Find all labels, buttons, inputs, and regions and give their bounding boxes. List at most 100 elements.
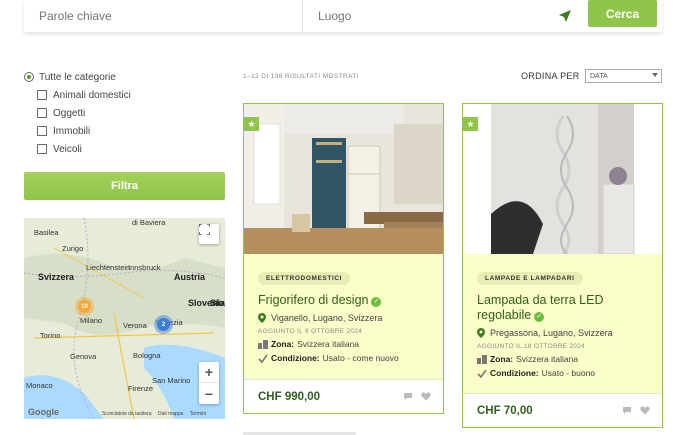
listing-card[interactable]: ★ ELETTRODOMESTICI Frigorifero di design…: [243, 103, 444, 414]
map-label: Svizzera: [38, 272, 75, 282]
check-icon: [477, 369, 487, 378]
category-animali[interactable]: Animali domestici: [24, 86, 131, 104]
listing-footer: CHF 990,00: [244, 379, 443, 413]
checkbox[interactable]: [37, 144, 47, 154]
zona-value: Svizzera italiana: [297, 339, 360, 349]
map-cluster-marker[interactable]: 2: [157, 318, 170, 331]
filter-button[interactable]: Filtra: [24, 172, 225, 200]
chevron-down-icon: [652, 73, 658, 77]
category-label: Immobili: [53, 125, 91, 137]
map-label: San Marino: [152, 376, 191, 385]
lamp-photo: [463, 104, 662, 254]
fullscreen-icon: [199, 224, 210, 235]
checkbox[interactable]: [37, 126, 47, 136]
listing-price: CHF 70,00: [477, 404, 533, 417]
location-pin-icon: [477, 328, 485, 338]
heart-icon[interactable]: [421, 392, 431, 401]
fullscreen-button[interactable]: [199, 224, 219, 244]
category-label: Oggetti: [53, 107, 86, 119]
location-field-wrapper: [303, 0, 582, 32]
chat-bubble-icon[interactable]: [403, 392, 413, 401]
listing-title[interactable]: Frigorifero di design ✓: [258, 293, 429, 308]
listing-condizione: Condizione: Usato - buono: [477, 368, 648, 378]
location-pin-icon: [258, 313, 266, 323]
heart-icon[interactable]: [640, 406, 650, 415]
listing-actions: [403, 392, 431, 401]
listing-condizione: Condizione: Usato - come nuovo: [258, 353, 429, 363]
listing-location: Pregassona, Lugano, Svizzera: [477, 328, 648, 338]
map-label: Torino: [40, 331, 61, 340]
sort-select[interactable]: DATA: [585, 69, 662, 83]
keywords-input[interactable]: [39, 9, 302, 23]
map-label: Austria: [174, 272, 206, 282]
listing-actions: [622, 406, 650, 415]
category-tag[interactable]: ELETTRODOMESTICI: [258, 272, 351, 285]
map-label: Monaco: [26, 381, 53, 390]
map-label: Basilea: [34, 228, 59, 237]
search-bar: Cerca: [24, 0, 662, 32]
zoom-in-button[interactable]: +: [199, 362, 219, 383]
map[interactable]: di Baviera Basilea Zurigo Innsbruck Liec…: [24, 218, 225, 419]
listing-date: AGGIUNTO IL 18 OTTOBRE 2024: [477, 343, 586, 350]
map-data-link[interactable]: Dati mappa: [158, 411, 184, 417]
map-label: Slo: [210, 298, 225, 308]
category-label: Veicoli: [53, 143, 82, 155]
map-label: Liechtenstein: [86, 263, 131, 272]
zona-label: Zona:: [490, 354, 514, 364]
location-input[interactable]: [318, 9, 582, 23]
verified-check-icon: ✓: [371, 297, 382, 307]
sort-select-value: DATA: [590, 72, 608, 80]
kitchen-photo: [244, 104, 443, 254]
listing-date: AGGIUNTO IL 8 OTTOBRE 2024: [258, 328, 363, 335]
featured-star-icon: ★: [244, 117, 259, 131]
listing-location: Viganello, Lugano, Svizzera: [258, 313, 429, 323]
zona-value: Svizzera italiana: [516, 354, 579, 364]
all-categories-radio[interactable]: [24, 72, 34, 82]
category-all[interactable]: Tutte le categorie: [24, 68, 131, 86]
zoom-out-button[interactable]: −: [199, 383, 219, 404]
buildings-icon: [477, 354, 487, 364]
category-oggetti[interactable]: Oggetti: [24, 104, 131, 122]
listing-image[interactable]: ★: [244, 104, 443, 254]
chat-bubble-icon[interactable]: [622, 406, 632, 415]
category-veicoli[interactable]: Veicoli: [24, 140, 131, 158]
search-button[interactable]: Cerca: [588, 0, 657, 27]
terms-link[interactable]: Termini: [190, 411, 206, 417]
map-label: Milano: [80, 316, 103, 325]
google-logo: Google: [28, 407, 59, 417]
map-label: Genova: [70, 352, 97, 361]
verified-check-icon: ✓: [534, 312, 545, 322]
map-label: Verona: [123, 321, 147, 330]
keywords-field-wrapper: [24, 0, 303, 32]
locate-arrow-icon[interactable]: [558, 9, 572, 23]
listing-zona: Zona: Svizzera italiana: [258, 339, 429, 349]
map-label: Bologna: [133, 351, 161, 360]
keyboard-shortcuts-link[interactable]: Scorciatoie da tastiera: [102, 411, 151, 417]
category-tag[interactable]: LAMPADE E LAMPADARI: [477, 272, 583, 285]
listing-card[interactable]: ★ LAMPADE E LAMPADARI Lampada da terra L…: [462, 103, 663, 428]
category-filter: Tutte le categorie Animali domestici Ogg…: [24, 68, 131, 158]
listing-footer: CHF 70,00: [463, 393, 662, 427]
listing-title[interactable]: Lampada da terra LED regolabile ✓: [477, 293, 648, 323]
map-label: Innsbruck: [128, 263, 161, 272]
category-immobili[interactable]: Immobili: [24, 122, 131, 140]
zoom-control: + −: [199, 362, 219, 404]
map-cluster-marker[interactable]: 10: [78, 300, 91, 313]
map-attribution: Scorciatoie da tastiera Dati mappa Termi…: [102, 411, 211, 417]
sort-label: ORDINA PER: [521, 71, 580, 81]
featured-star-icon: ★: [463, 117, 478, 131]
category-all-label: Tutte le categorie: [39, 71, 116, 83]
zona-label: Zona:: [271, 339, 295, 349]
listing-price: CHF 990,00: [258, 390, 321, 403]
map-label: Firenze: [128, 384, 154, 393]
checkbox[interactable]: [37, 90, 47, 100]
condizione-value: Usato - buono: [541, 368, 596, 378]
map-label: di Baviera: [132, 218, 166, 227]
results-count: 1–12 DI 138 RISULTATI MOSTRATI: [243, 73, 359, 80]
map-label: Zurigo: [62, 244, 84, 253]
listing-title-text[interactable]: Frigorifero di design: [258, 293, 368, 307]
checkbox[interactable]: [37, 108, 47, 118]
condizione-label: Condizione:: [490, 368, 539, 378]
buildings-icon: [258, 339, 268, 349]
listing-image[interactable]: ★: [463, 104, 662, 254]
